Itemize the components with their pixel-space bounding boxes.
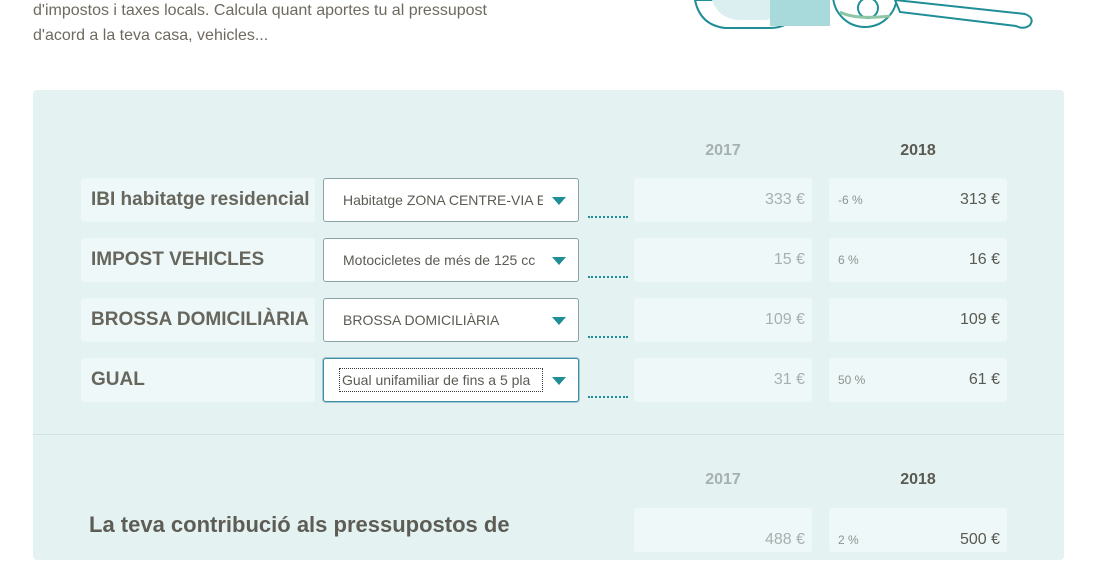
amount-2018: 109 € [959, 311, 1000, 328]
tax-row-waste: BROSSA DOMICILIÀRIA BROSSA DOMICILIÀRIA … [33, 298, 1064, 342]
calculator-panel: 2017 2018 IBI habitatge residencial Habi… [33, 90, 1064, 560]
caret-down-icon [552, 317, 566, 325]
amount-2018-cell: 50 % 61 € [829, 358, 1007, 402]
total-2017-cell: 488 € [634, 508, 812, 552]
change-percent: 6 % [838, 253, 859, 267]
ibi-select[interactable]: Habitatge ZONA CENTRE-VIA E [323, 178, 579, 222]
caret-down-icon [552, 197, 566, 205]
tax-label: GUAL [81, 358, 315, 402]
change-percent: -6 % [838, 193, 863, 207]
tax-row-vehicles: IMPOST VEHICLES Motocicletes de més de 1… [33, 238, 1064, 282]
amount-2017-cell: 31 € [634, 358, 812, 402]
total-row: 488 € 2 % 500 € [33, 508, 1064, 552]
amount-2017-cell: 333 € [634, 178, 812, 222]
dotted-connector [588, 336, 628, 340]
select-value: Habitatge ZONA CENTRE-VIA E [343, 192, 543, 208]
caret-down-icon [552, 257, 566, 265]
tax-row-gual: GUAL Gual unifamiliar de fins a 5 pla 31… [33, 358, 1064, 402]
amount-2017: 109 € [764, 311, 805, 328]
total-amount-2018: 500 € [959, 531, 1000, 548]
intro-line-1: d'impostos i taxes locals. Calcula quant… [33, 2, 487, 19]
tax-label: IBI habitatge residencial [81, 178, 315, 222]
dotted-connector [588, 396, 628, 400]
total-amount-2017: 488 € [764, 531, 805, 548]
change-percent: 50 % [838, 373, 866, 387]
amount-2017: 15 € [773, 251, 805, 268]
tax-label: IMPOST VEHICLES [81, 238, 315, 282]
amount-2018: 313 € [959, 191, 1000, 208]
amount-2017-cell: 15 € [634, 238, 812, 282]
gual-select[interactable]: Gual unifamiliar de fins a 5 pla [323, 358, 579, 402]
tax-row-ibi: IBI habitatge residencial Habitatge ZONA… [33, 178, 1064, 222]
amount-2018: 61 € [968, 371, 1000, 388]
tax-label: BROSSA DOMICILIÀRIA [81, 298, 315, 342]
select-value: BROSSA DOMICILIÀRIA [343, 312, 500, 328]
waste-select[interactable]: BROSSA DOMICILIÀRIA [323, 298, 579, 342]
intro-text: d'impostos i taxes locals. Calcula quant… [33, 0, 553, 48]
total-2018-cell: 2 % 500 € [829, 508, 1007, 552]
caret-down-icon [552, 377, 566, 385]
amount-2017-cell: 109 € [634, 298, 812, 342]
amount-2018: 16 € [968, 251, 1000, 268]
year-2017-header: 2017 [705, 142, 741, 159]
amount-2018-cell: 109 € [829, 298, 1007, 342]
dotted-connector [588, 276, 628, 280]
dotted-connector [588, 216, 628, 220]
select-value: Motocicletes de més de 125 cc [343, 252, 536, 268]
total-year-2017-header: 2017 [705, 471, 741, 488]
amount-2018-cell: -6 % 313 € [829, 178, 1007, 222]
year-2018-header: 2018 [900, 142, 936, 159]
amount-2017: 31 € [773, 371, 805, 388]
total-year-2018-header: 2018 [900, 471, 936, 488]
magnifying-glass-illustration [693, 0, 1033, 29]
total-change-percent: 2 % [838, 533, 859, 547]
select-value: Gual unifamiliar de fins a 5 pla [339, 368, 543, 392]
amount-2017: 333 € [764, 191, 805, 208]
intro-line-2: d'acord a la teva casa, vehicles... [33, 27, 269, 44]
amount-2018-cell: 6 % 16 € [829, 238, 1007, 282]
section-divider [33, 434, 1064, 435]
vehicles-select[interactable]: Motocicletes de més de 125 cc [323, 238, 579, 282]
